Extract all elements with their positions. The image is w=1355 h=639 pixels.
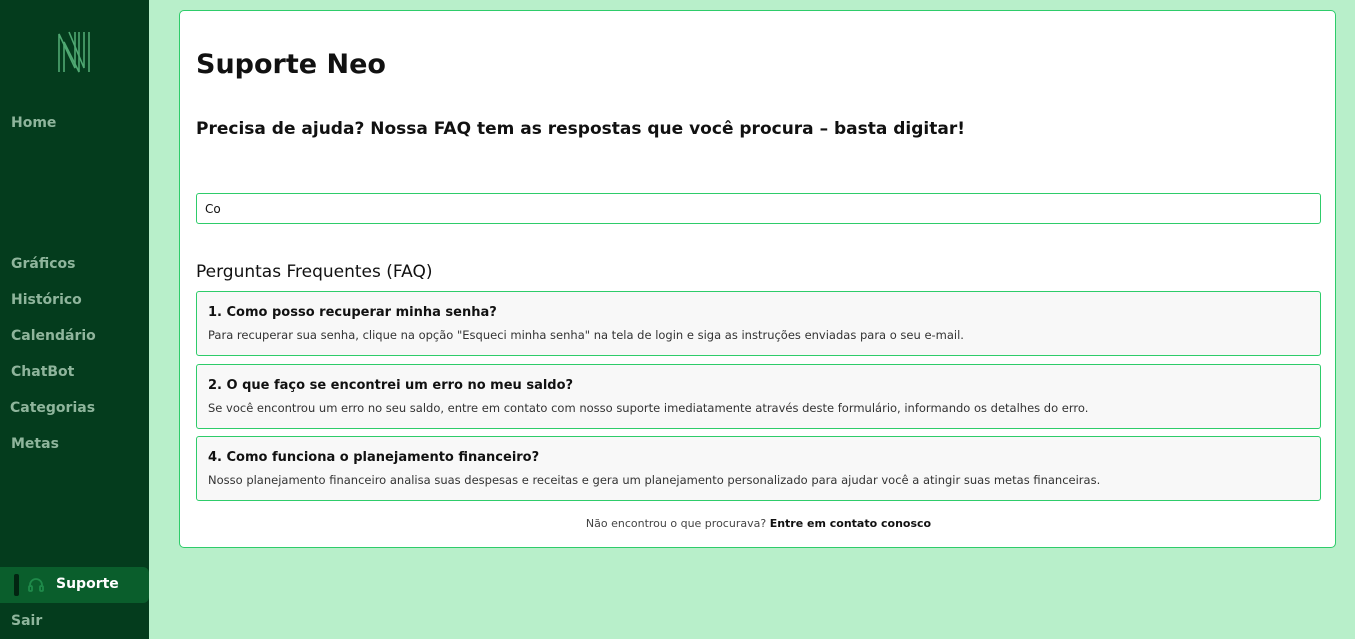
contact-footer-text: Não encontrou o que procurava? [585,517,767,530]
faq-item[interactable]: 4. Como funciona o planejamento financei… [196,436,1321,501]
contact-footer: Não encontrou o que procurava? Entre em … [180,517,1337,530]
nav-item-home[interactable]: Home [11,115,56,131]
nav-item-metas[interactable]: Metas [11,436,59,452]
faq-answer: Se você encontrou um erro no seu saldo, … [208,401,1089,415]
nav-item-chatbot[interactable]: ChatBot [11,364,74,380]
logout-button[interactable]: Sair [11,613,42,629]
faq-item[interactable]: 2. O que faço se encontrei um erro no me… [196,364,1321,429]
faq-answer: Para recuperar sua senha, clique na opçã… [208,328,964,342]
faq-answer: Nosso planejamento financeiro analisa su… [208,473,1101,487]
sidebar: Home Gráficos Histórico Calendário ChatB… [0,0,149,639]
faq-question: 2. O que faço se encontrei um erro no me… [208,378,574,393]
page-subtitle: Precisa de ajuda? Nossa FAQ tem as respo… [196,119,965,139]
page-title: Suporte Neo [196,49,386,80]
nav-item-graficos[interactable]: Gráficos [11,256,75,272]
nav-item-suporte[interactable]: Suporte [0,567,149,603]
headset-icon [28,578,44,592]
nav-item-suporte-label: Suporte [56,576,119,592]
faq-question: 4. Como funciona o planejamento financei… [208,450,540,465]
faq-search-input[interactable] [196,193,1321,224]
neo-logo-icon[interactable] [55,28,93,76]
contact-link[interactable]: Entre em contato conosco [770,517,931,530]
faq-heading: Perguntas Frequentes (FAQ) [196,262,433,282]
faq-item[interactable]: 1. Como posso recuperar minha senha? Par… [196,291,1321,356]
nav-item-categorias[interactable]: Categorias [10,400,95,416]
nav-item-calendario[interactable]: Calendário [11,328,96,344]
active-indicator [14,574,19,596]
support-card: Suporte Neo Precisa de ajuda? Nossa FAQ … [179,10,1336,548]
nav-item-historico[interactable]: Histórico [11,292,82,308]
faq-question: 1. Como posso recuperar minha senha? [208,305,497,320]
